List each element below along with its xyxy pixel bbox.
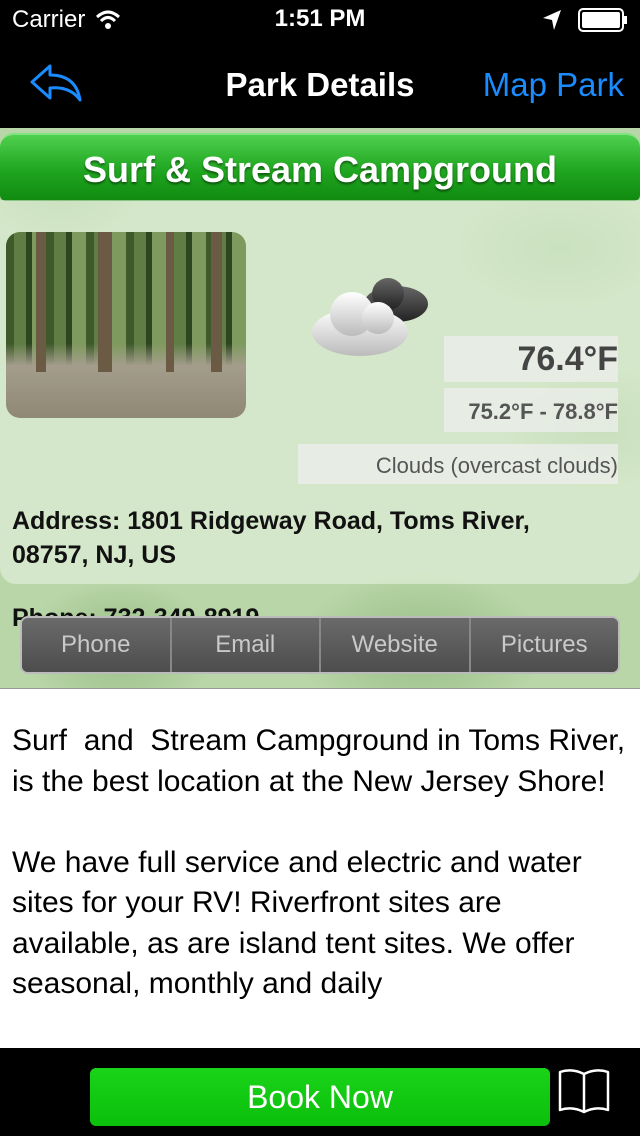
status-bar: Carrier 1:51 PM: [0, 0, 640, 40]
wifi-icon: [96, 10, 121, 29]
bookmarks-button[interactable]: [556, 1066, 612, 1116]
back-reply-arrow-icon: [30, 64, 82, 102]
weather-condition: Clouds (overcast clouds): [375, 453, 618, 478]
back-button[interactable]: [28, 62, 88, 106]
contact-segmented-control: Phone Email Website Pictures: [20, 616, 620, 674]
park-address: Address: 1801 Ridgeway Road, Toms River,…: [12, 507, 530, 569]
info-card: 76.4°F 75.2°F - 78.8°F Clouds (overcast …: [0, 200, 640, 632]
segment-website[interactable]: Website: [321, 618, 471, 672]
navigation-bar: Park Details Map Park: [0, 40, 640, 128]
park-title-banner: Surf & Stream Campground: [0, 133, 640, 201]
description-panel[interactable]: Surf and Stream Campground in Toms River…: [0, 688, 640, 1048]
carrier-group: Carrier: [12, 6, 121, 34]
bottom-toolbar: Book Now: [0, 1048, 640, 1136]
battery-icon: [578, 8, 627, 32]
park-name: Surf & Stream Campground: [82, 149, 558, 190]
park-info-section: Surf & Stream Campground 76.4°F 75.2°F -…: [0, 128, 640, 688]
status-right-group: [542, 8, 628, 32]
cloud-overcast-icon: [312, 278, 428, 356]
temperature-value: 76.4°F: [517, 340, 618, 378]
segment-pictures[interactable]: Pictures: [470, 618, 618, 672]
carrier-label: Carrier: [12, 6, 86, 33]
park-description: Surf and Stream Campground in Toms River…: [12, 724, 626, 1000]
segment-phone[interactable]: Phone: [22, 618, 172, 672]
temperature-range: 75.2°F - 78.8°F: [468, 399, 618, 424]
location-arrow-icon: [543, 10, 561, 30]
campground-photo[interactable]: [6, 232, 246, 418]
segment-email[interactable]: Email: [171, 618, 321, 672]
open-book-icon: [558, 1069, 610, 1114]
book-now-button[interactable]: Book Now: [90, 1068, 550, 1126]
map-park-button[interactable]: Map Park: [483, 66, 624, 104]
